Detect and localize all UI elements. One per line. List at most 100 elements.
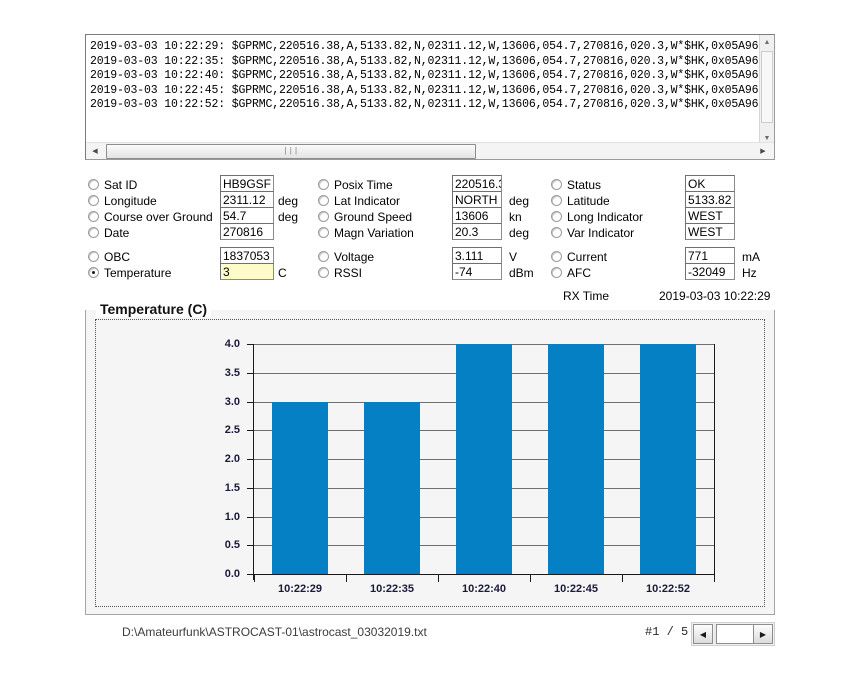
radio-latitude[interactable] xyxy=(551,195,562,206)
chart-bar xyxy=(364,401,420,574)
input-temperature[interactable]: 3 xyxy=(220,263,274,280)
input-lat-indicator[interactable]: NORTH xyxy=(452,191,502,208)
input-ground-speed[interactable]: 13606 xyxy=(452,207,502,224)
input-rssi[interactable]: -74 xyxy=(452,263,502,280)
label-status: Status xyxy=(567,178,602,192)
chart-bar xyxy=(548,344,604,574)
radio-voltage[interactable] xyxy=(318,251,329,262)
unit-rssi: dBm xyxy=(509,266,534,280)
chart-y-tick xyxy=(247,372,254,374)
input-var-indicator[interactable]: WEST xyxy=(685,223,735,240)
input-latitude[interactable]: 5133.82 xyxy=(685,191,735,208)
chart-x-label: 10:22:29 xyxy=(277,583,323,595)
label-obc: OBC xyxy=(104,250,131,264)
label-afc: AFC xyxy=(567,266,591,280)
chart-x-tick xyxy=(714,574,715,582)
radio-posix-time[interactable] xyxy=(318,179,329,190)
input-voltage[interactable]: 3.111 xyxy=(452,247,502,264)
radio-sat-id[interactable] xyxy=(88,179,99,190)
chart-y-tick xyxy=(247,344,254,345)
input-status[interactable]: OK xyxy=(685,175,735,192)
label-voltage: Voltage xyxy=(334,250,375,264)
input-long-indicator[interactable]: WEST xyxy=(685,207,735,224)
radio-obc[interactable] xyxy=(88,251,99,262)
radio-afc[interactable] xyxy=(551,267,562,278)
log-line: 2019-03-03 10:22:40: $GPRMC,220516.38,A,… xyxy=(90,69,775,83)
chart-x-tick xyxy=(622,574,623,582)
input-afc[interactable]: -32049 xyxy=(685,263,735,280)
chart-bar xyxy=(272,401,328,574)
page-indicator: #1 / 5 xyxy=(645,625,689,639)
scroll-up-icon[interactable]: ▲ xyxy=(760,35,774,49)
temperature-chart: 0.0 0.5 1.0 1.5 2.0 2.5 3.0 3.5 4.0 10:22:29 10:22… xyxy=(95,319,765,607)
input-course-over-ground[interactable]: 54.7 xyxy=(220,207,274,224)
input-obc[interactable]: 1837053 xyxy=(220,247,274,264)
unit-current: mA xyxy=(742,250,760,264)
radio-temperature[interactable] xyxy=(88,267,99,278)
page-next-icon[interactable]: ▶ xyxy=(753,624,773,644)
chart-y-tick xyxy=(247,487,254,489)
chart-plot-area xyxy=(254,344,714,574)
radio-var-indicator[interactable] xyxy=(551,227,562,238)
chart-y-label: 3.0 xyxy=(224,395,240,408)
input-magn-variation[interactable]: 20.3 xyxy=(452,223,502,240)
log-vscroll-thumb[interactable] xyxy=(761,51,773,123)
chart-y-tick xyxy=(247,516,254,518)
unit-longitude: deg xyxy=(278,194,299,208)
chart-y-tick xyxy=(247,459,254,460)
chart-x-axis xyxy=(254,574,714,575)
log-line: 2019-03-03 10:22:45: $GPRMC,220516.38,A,… xyxy=(90,83,775,97)
astrocast-telemetry-window: 2019-03-03 10:22:29: $GPRMC,220516.38,A,… xyxy=(0,0,860,690)
label-ground-speed: Ground Speed xyxy=(334,210,413,224)
input-sat-id[interactable]: HB9GSF xyxy=(220,175,274,192)
radio-date[interactable] xyxy=(88,227,99,238)
unit-course-over-ground: deg xyxy=(278,210,299,224)
label-sat-id: Sat ID xyxy=(104,178,138,192)
telemetry-log-panel[interactable]: 2019-03-03 10:22:29: $GPRMC,220516.38,A,… xyxy=(85,34,775,160)
input-posix-time[interactable]: 220516.3 xyxy=(452,175,502,192)
radio-course-over-ground[interactable] xyxy=(88,211,99,222)
chart-y-tick xyxy=(247,545,254,547)
unit-magn-variation: deg xyxy=(509,226,530,240)
label-var-indicator: Var Indicator xyxy=(567,226,635,240)
radio-rssi[interactable] xyxy=(318,267,329,278)
input-date[interactable]: 270816 xyxy=(220,223,274,240)
grip-icon: ||| xyxy=(283,147,299,156)
radio-lat-indicator[interactable] xyxy=(318,195,329,206)
log-line: 2019-03-03 10:22:35: $GPRMC,220516.38,A,… xyxy=(90,54,775,68)
chart-x-label: 10:22:52 xyxy=(645,583,691,595)
input-current[interactable]: 771 xyxy=(685,247,735,264)
page-scrollbar[interactable]: ◀ ▶ xyxy=(691,622,775,646)
log-vertical-scrollbar[interactable]: ▲ ▼ xyxy=(759,35,774,145)
radio-status[interactable] xyxy=(551,179,562,190)
scroll-right-icon[interactable]: ▶ xyxy=(756,144,770,158)
chart-x-tick xyxy=(438,574,439,582)
label-lat-indicator: Lat Indicator xyxy=(334,194,401,208)
unit-voltage: V xyxy=(509,250,518,264)
label-rssi: RSSI xyxy=(334,266,363,280)
chart-y-tick xyxy=(247,574,254,575)
chart-y-label: 0.5 xyxy=(224,539,240,552)
radio-long-indicator[interactable] xyxy=(551,211,562,222)
unit-temperature: C xyxy=(278,266,287,280)
chart-y-label: 4.0 xyxy=(224,338,240,350)
label-latitude: Latitude xyxy=(567,194,610,208)
log-hscroll-thumb[interactable]: ||| xyxy=(106,144,476,159)
chart-x-tick xyxy=(530,574,531,582)
telemetry-log-text: 2019-03-03 10:22:29: $GPRMC,220516.38,A,… xyxy=(90,40,775,113)
radio-magn-variation[interactable] xyxy=(318,227,329,238)
page-prev-icon[interactable]: ◀ xyxy=(693,624,713,644)
chart-x-label: 10:22:45 xyxy=(553,583,599,595)
chart-y-label: 2.0 xyxy=(224,453,240,465)
scroll-left-icon[interactable]: ◀ xyxy=(88,144,102,158)
chart-y-tick xyxy=(247,401,254,403)
input-longitude[interactable]: 2311.12 xyxy=(220,191,274,208)
radio-ground-speed[interactable] xyxy=(318,211,329,222)
log-horizontal-scrollbar[interactable]: ◀ ||| ▶ xyxy=(86,142,774,159)
groupbox-title: Temperature (C) xyxy=(96,301,212,317)
chart-y-label: 3.5 xyxy=(224,366,240,379)
radio-current[interactable] xyxy=(551,251,562,262)
unit-afc: Hz xyxy=(742,266,757,280)
chart-right-axis xyxy=(714,344,715,580)
radio-longitude[interactable] xyxy=(88,195,99,206)
